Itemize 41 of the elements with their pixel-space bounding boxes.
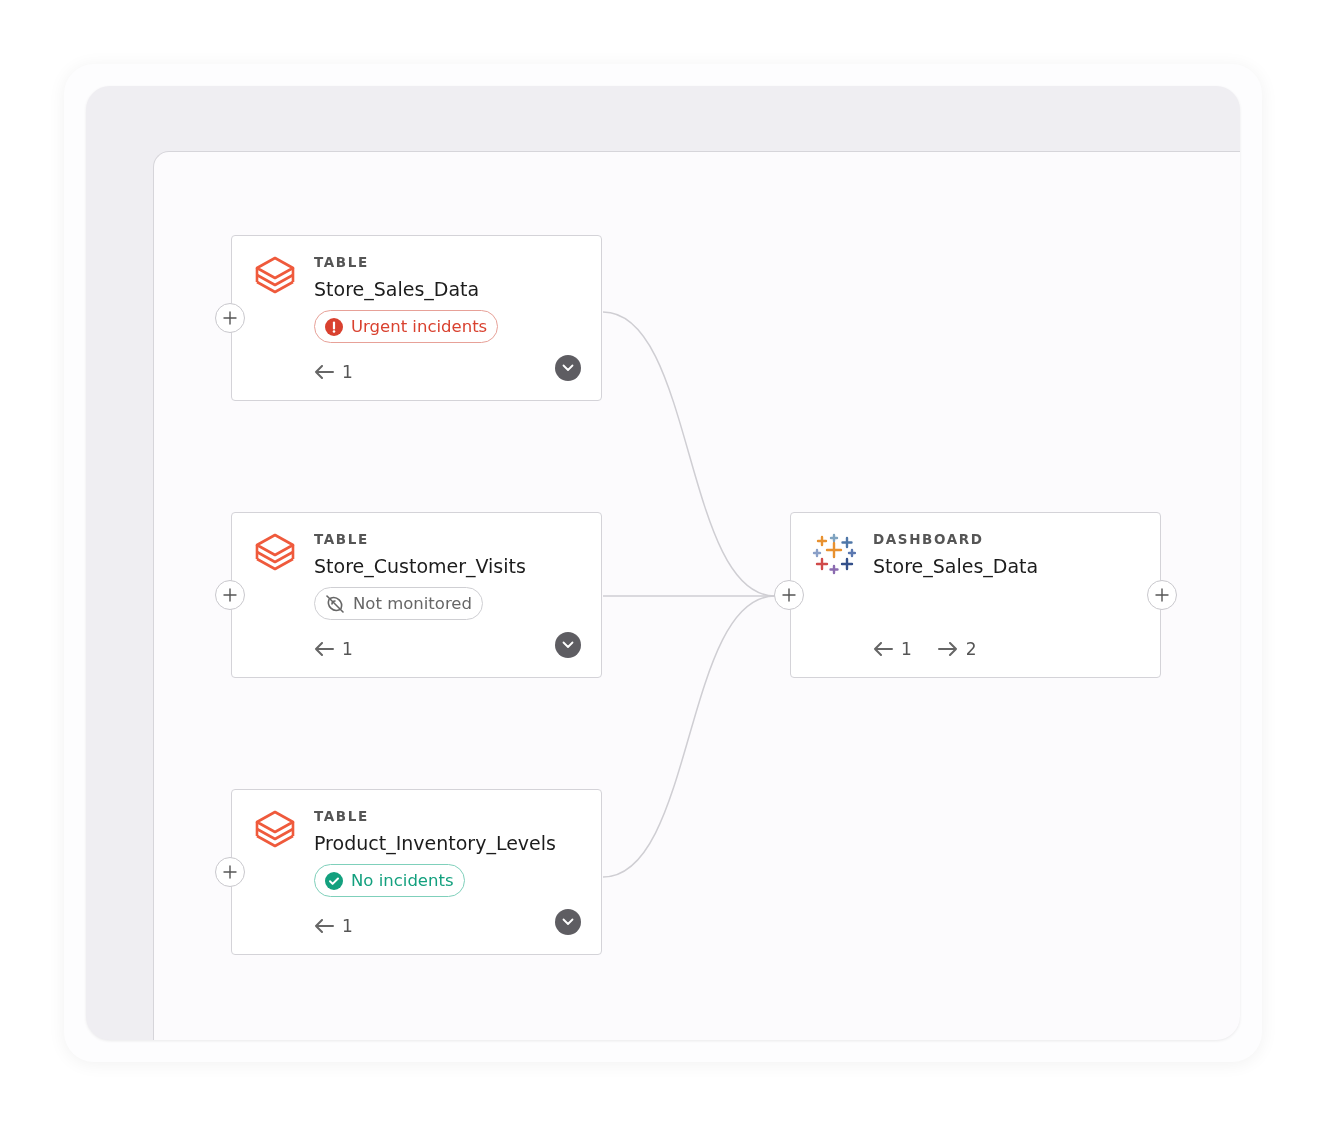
plus-cluster-icon bbox=[812, 533, 856, 575]
plus-icon bbox=[223, 311, 237, 325]
plus-icon bbox=[1155, 588, 1169, 602]
check-circle-icon bbox=[325, 871, 343, 890]
upstream-count: 1 bbox=[901, 639, 912, 659]
node-type-label: TABLE bbox=[314, 808, 370, 824]
upstream-count: 1 bbox=[342, 916, 353, 936]
node-type-label: DASHBOARD bbox=[873, 531, 985, 547]
chevron-down-icon bbox=[562, 364, 574, 372]
add-upstream-button[interactable] bbox=[215, 580, 245, 610]
node-type-label: TABLE bbox=[314, 531, 370, 547]
node-name: Product_Inventory_Levels bbox=[314, 831, 557, 855]
table-node-card[interactable]: TABLE Store_Sales_Data Urgent incidents 1 bbox=[231, 235, 602, 401]
plus-icon bbox=[223, 865, 237, 879]
downstream-count: 2 bbox=[965, 639, 977, 659]
table-node-card[interactable]: TABLE Product_Inventory_Levels No incidents 1 bbox=[231, 789, 602, 955]
chevron-down-icon bbox=[562, 918, 574, 926]
left-arrow-icon bbox=[873, 642, 893, 656]
exclamation-icon bbox=[325, 317, 343, 336]
add-upstream-button[interactable] bbox=[215, 303, 245, 333]
right-arrow-icon bbox=[937, 642, 958, 656]
status-badge: Not monitored bbox=[314, 587, 483, 620]
add-upstream-button[interactable] bbox=[215, 857, 245, 887]
add-upstream-button[interactable] bbox=[774, 580, 804, 610]
dashboard-node-card[interactable]: DASHBOARD Store_Sales_Data 1 2 bbox=[790, 512, 1161, 678]
left-arrow-icon bbox=[314, 919, 334, 933]
table-node-card[interactable]: TABLE Store_Customer_Visits Not monitored 1 bbox=[231, 512, 602, 678]
left-arrow-icon bbox=[314, 642, 334, 656]
upstream-count: 1 bbox=[342, 639, 353, 659]
node-name: Store_Customer_Visits bbox=[314, 554, 527, 578]
left-arrow-icon bbox=[314, 365, 334, 379]
status-badge: Urgent incidents bbox=[314, 310, 499, 343]
upstream-count: 1 bbox=[342, 362, 353, 382]
chevron-down-icon bbox=[562, 641, 574, 649]
plus-icon bbox=[782, 588, 796, 602]
node-name: Store_Sales_Data bbox=[873, 554, 1040, 578]
status-badge: No incidents bbox=[314, 864, 465, 897]
node-name: Store_Sales_Data bbox=[314, 277, 481, 301]
plus-icon bbox=[223, 588, 237, 602]
slashed-circle-icon bbox=[325, 593, 345, 614]
node-type-label: TABLE bbox=[314, 254, 370, 270]
